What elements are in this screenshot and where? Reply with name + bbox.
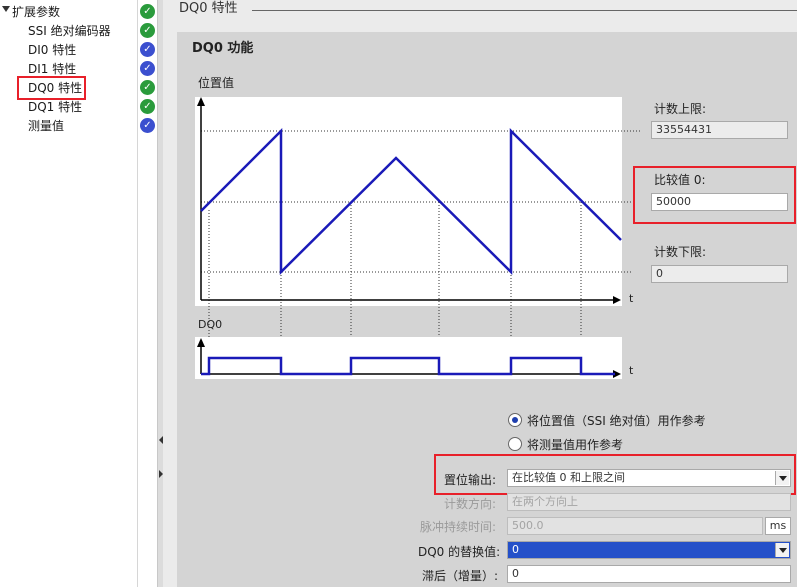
substitute-value-label: DQ0 的替换值: — [418, 545, 501, 559]
radio-position-reference-label[interactable]: 将位置值（SSI 绝对值）用作参考 — [527, 412, 706, 429]
chevron-down-icon[interactable] — [775, 471, 789, 485]
tree-item-di0[interactable]: DI0 特性 — [28, 41, 76, 59]
compare-value-label: 比较值 0: — [654, 173, 706, 187]
section-header-title: DQ0 特性 — [179, 1, 238, 16]
radio-measured-reference-label[interactable]: 将测量值用作参考 — [527, 436, 623, 453]
tree-item-dq1[interactable]: DQ1 特性 — [28, 98, 82, 116]
position-axis-label: 位置值 — [198, 75, 234, 90]
check-icon: ✓ — [140, 4, 155, 19]
function-title: DQ0 功能 — [192, 41, 254, 56]
tree-item-ssi-encoder[interactable]: SSI 绝对编码器 — [28, 22, 111, 40]
tree-item-label: 测量值 — [28, 119, 65, 133]
output-axis-label: DQ0 — [198, 318, 222, 331]
radio-position-reference[interactable] — [508, 413, 522, 427]
set-output-value: 在比较值 0 和上限之间 — [512, 471, 625, 484]
count-direction-label: 计数方向: — [444, 497, 497, 511]
tree-item-label: DI1 特性 — [28, 62, 77, 76]
tree-item-label: DQ1 特性 — [28, 100, 83, 114]
navigation-tree: 扩展参数 SSI 绝对编码器 DI0 特性 DI1 特性 DQ0 特性 DQ1 … — [0, 0, 137, 587]
pulse-duration-label: 脉冲持续时间: — [420, 520, 497, 534]
info-check-icon: ✓ — [140, 42, 155, 57]
function-diagram: 位置值 t DQ0 t — [195, 75, 640, 379]
substitute-value-dropdown[interactable]: 0 — [507, 541, 791, 559]
info-check-icon: ✓ — [140, 61, 155, 76]
pulse-duration-input: 500.0 — [507, 517, 763, 535]
upper-limit-label: 计数上限: — [654, 102, 707, 116]
tree-item-label: DI0 特性 — [28, 43, 77, 57]
substitute-value: 0 — [512, 543, 519, 556]
expand-arrow-icon[interactable] — [2, 6, 10, 12]
radio-measured-reference[interactable] — [508, 437, 522, 451]
time-axis-label: t — [629, 292, 634, 305]
upper-limit-field[interactable]: 33554431 — [651, 121, 788, 139]
tree-node-label: 扩展参数 — [12, 5, 61, 19]
set-output-dropdown[interactable]: 在比较值 0 和上限之间 — [507, 469, 791, 487]
check-icon: ✓ — [140, 80, 155, 95]
chevron-down-icon[interactable] — [775, 543, 789, 557]
info-check-icon: ✓ — [140, 118, 155, 133]
output-time-label: t — [629, 364, 634, 377]
pulse-unit: ms — [765, 517, 791, 535]
set-output-label: 置位输出: — [444, 473, 497, 487]
compare-value-input[interactable]: 50000 — [651, 193, 788, 211]
hysteresis-input[interactable]: 0 — [507, 565, 791, 583]
tree-item-label: SSI 绝对编码器 — [28, 24, 111, 38]
header-divider — [252, 10, 797, 11]
check-icon: ✓ — [140, 99, 155, 114]
tree-item-measured-value[interactable]: 测量值 — [28, 117, 64, 135]
hysteresis-label: 滞后（增量）: — [422, 569, 499, 583]
count-direction-dropdown: 在两个方向上 — [507, 493, 791, 511]
lower-limit-field[interactable]: 0 — [651, 265, 788, 283]
lower-limit-label: 计数下限: — [654, 245, 707, 259]
highlight-box — [17, 76, 86, 100]
check-icon: ✓ — [140, 23, 155, 38]
status-column: ✓ ✓ ✓ ✓ ✓ ✓ ✓ — [137, 0, 157, 587]
